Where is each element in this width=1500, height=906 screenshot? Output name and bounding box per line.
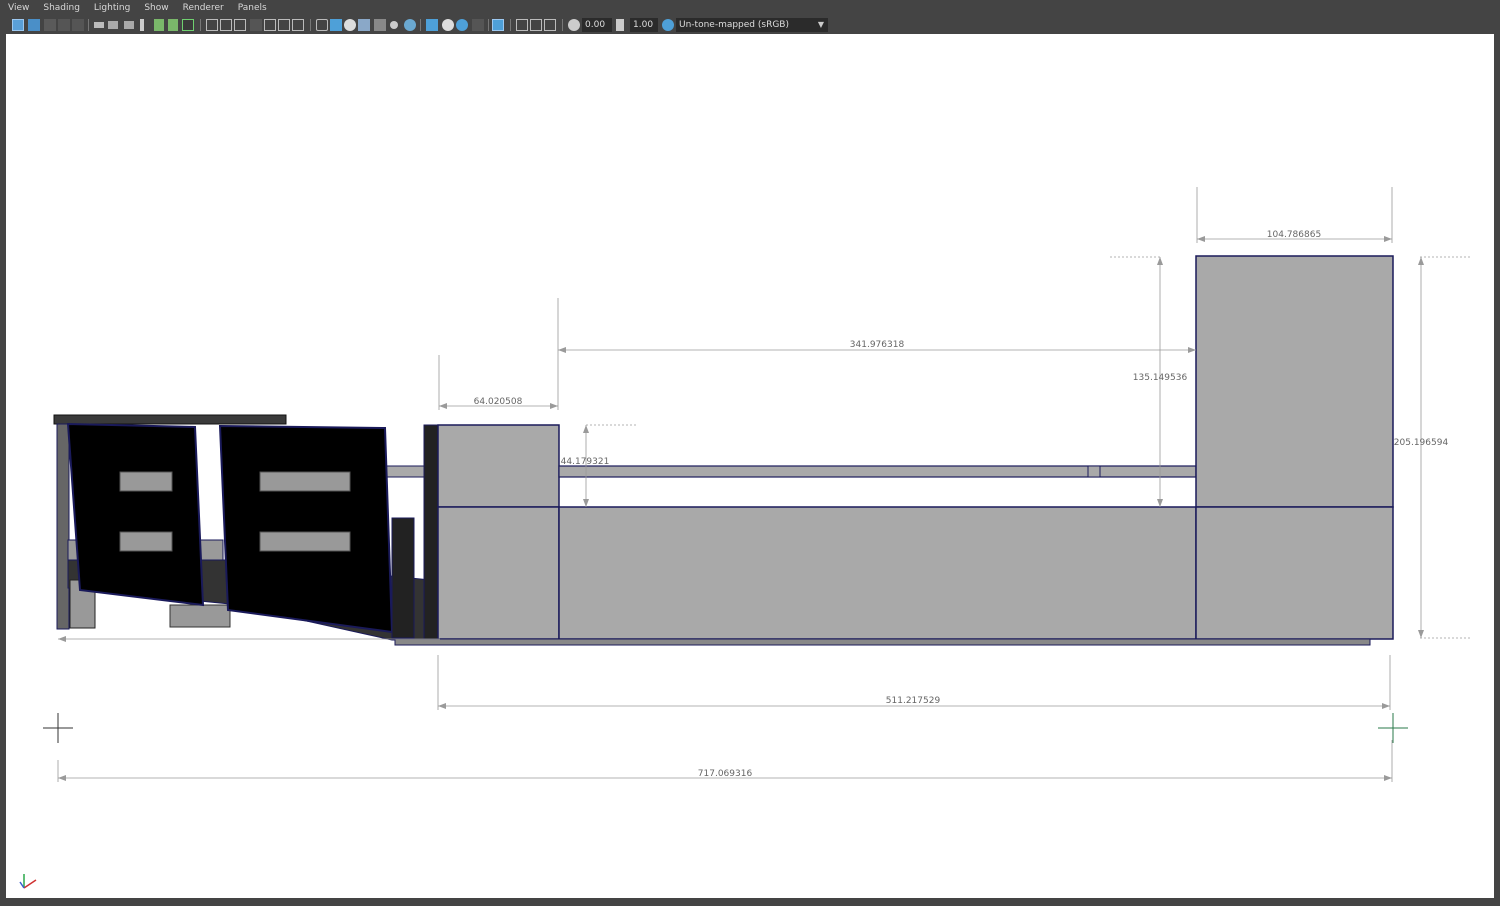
frame-all-icon[interactable] (530, 19, 542, 31)
field-chart-icon[interactable] (140, 19, 144, 31)
use-all-lights-icon[interactable] (250, 19, 262, 31)
backface-culling-icon[interactable] (374, 19, 386, 31)
wireframe-icon[interactable] (182, 19, 194, 31)
hud-icon[interactable] (472, 19, 484, 31)
menu-show[interactable]: Show (136, 0, 174, 17)
color-space-dropdown[interactable]: Un-tone-mapped (sRGB) ▼ (676, 18, 828, 32)
color-management-icon[interactable] (662, 19, 674, 31)
door-left (66, 422, 205, 607)
door-left-handle-top (119, 471, 173, 492)
color-space-label: Un-tone-mapped (sRGB) (679, 20, 789, 30)
rail (384, 465, 431, 478)
image-plane-icon[interactable] (58, 19, 70, 31)
left-lower-block (437, 506, 560, 640)
menu-lighting[interactable]: Lighting (86, 0, 136, 17)
menu-panels[interactable]: Panels (230, 0, 273, 17)
dim-center-span: 341.976318 (850, 340, 905, 350)
anti-aliasing-icon[interactable] (316, 19, 328, 31)
left-upper-block (437, 424, 560, 508)
screen-space-ao-icon[interactable] (278, 19, 290, 31)
edge-panel (423, 424, 439, 640)
door-left-handle-bottom (119, 531, 173, 552)
center-block (558, 506, 1197, 640)
menu-view[interactable]: View (0, 0, 35, 17)
main-counter (394, 255, 1394, 646)
exposure-field[interactable]: 0.00 (582, 18, 612, 32)
base-support (169, 604, 231, 628)
dim-right-inner-height: 135.149536 (1133, 373, 1188, 383)
dim-overall-length: 717.069316 (698, 769, 753, 779)
light-icon[interactable] (390, 21, 398, 29)
3d-viewport[interactable]: 104.786865 341.976318 135.149536 205.196… (6, 34, 1494, 898)
gamma-icon[interactable] (616, 19, 624, 31)
camera-icon[interactable] (426, 19, 438, 31)
gate-mask-icon[interactable] (124, 21, 134, 29)
xray-joints-icon[interactable] (358, 19, 370, 31)
smooth-shade-icon[interactable] (206, 19, 218, 31)
frame-selected-icon[interactable] (544, 19, 556, 31)
panel-menu-bar: View Shading Lighting Show Renderer Pane… (0, 0, 1500, 17)
select-camera-icon[interactable] (12, 19, 24, 31)
motion-blur-icon[interactable] (292, 19, 304, 31)
axis-gizmo-icon (19, 874, 37, 889)
object-icon[interactable] (404, 19, 416, 31)
maya-viewport-window: View Shading Lighting Show Renderer Pane… (0, 0, 1500, 906)
bookmark-icon[interactable] (44, 19, 56, 31)
door-right-handle-top (259, 471, 351, 492)
top-shelf (53, 414, 287, 425)
dim-counter-length: 511.217529 (886, 696, 941, 706)
textured-icon[interactable] (234, 19, 246, 31)
gamma-field[interactable]: 1.00 (630, 18, 658, 32)
rail-joint (1087, 465, 1101, 478)
menu-renderer[interactable]: Renderer (175, 0, 230, 17)
door-right-handle-bottom (259, 531, 351, 552)
select-icon[interactable] (492, 19, 504, 31)
right-tall-upper-block (1195, 255, 1394, 508)
isolate-select-icon[interactable] (330, 19, 342, 31)
left-side-panel (56, 423, 70, 630)
default-material-icon[interactable] (220, 19, 232, 31)
safe-action-icon[interactable] (154, 19, 164, 31)
plinth (394, 638, 1371, 646)
resolution-gate-icon[interactable] (108, 21, 118, 29)
dim-left-block-height: 44.179321 (561, 457, 610, 467)
pivot-markers (43, 713, 1408, 743)
shadows-icon[interactable] (264, 19, 276, 31)
film-gate-icon[interactable] (94, 22, 104, 28)
grid-icon[interactable] (72, 19, 84, 31)
chevron-down-icon: ▼ (817, 20, 824, 29)
safe-title-icon[interactable] (168, 19, 178, 31)
dim-right-total-height: 205.196594 (1394, 438, 1449, 448)
right-tall-lower-block (1195, 506, 1394, 640)
door-right (218, 424, 394, 634)
dim-top-right-width: 104.786865 (1267, 230, 1321, 240)
camera-attributes-icon[interactable] (28, 19, 40, 31)
panel-toolbar: 0.00 1.00 Un-tone-mapped (sRGB) ▼ (0, 17, 1500, 33)
globe-icon[interactable] (456, 19, 468, 31)
left-cabinet-assembly (53, 414, 439, 641)
side-block (391, 517, 415, 639)
xray-icon[interactable] (344, 19, 356, 31)
dim-left-block-width: 64.020508 (474, 397, 523, 407)
sphere-icon[interactable] (442, 19, 454, 31)
two-sided-lighting-icon[interactable] (516, 19, 528, 31)
exposure-icon[interactable] (568, 19, 580, 31)
menu-shading[interactable]: Shading (35, 0, 86, 17)
